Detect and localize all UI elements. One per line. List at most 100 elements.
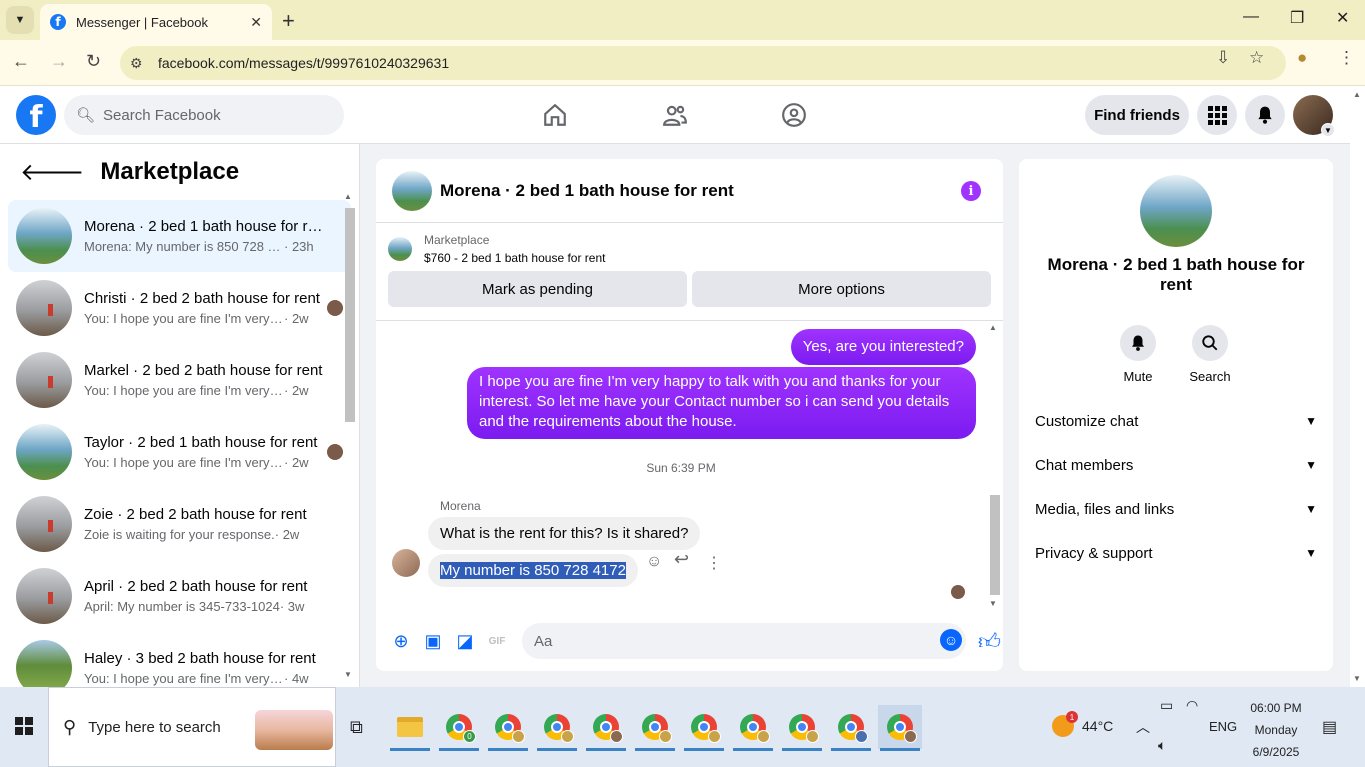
notification-center-icon[interactable]: ▤ — [1322, 717, 1337, 737]
battery-icon[interactable]: ▭ — [1160, 697, 1173, 714]
taskbar-search-box[interactable]: ⚲ Type here to search — [48, 687, 336, 767]
customize-chat-row[interactable]: Customize chat ▼ — [1035, 399, 1317, 443]
sender-avatar[interactable] — [392, 549, 420, 577]
chrome-menu-icon[interactable]: ⋮ — [1338, 48, 1355, 68]
gif-icon[interactable]: GIF — [486, 630, 508, 652]
facebook-logo-icon[interactable]: f — [16, 95, 56, 135]
volume-icon[interactable]: 🔈︎ — [1158, 737, 1166, 754]
profile-icon[interactable]: ● — [1297, 48, 1307, 68]
emoji-icon[interactable]: ☺ — [940, 629, 962, 651]
minimize-icon[interactable]: — — [1243, 8, 1259, 26]
tab-close-icon[interactable]: ✕ — [250, 14, 262, 31]
chrome-app-icon[interactable] — [633, 705, 677, 751]
wifi-icon[interactable]: ◠ — [1186, 697, 1198, 714]
section-label: Customize chat — [1035, 412, 1139, 430]
chat-title[interactable]: Morena · 2 bed 1 bath house for rent — [440, 181, 734, 201]
scroll-down-icon[interactable]: ▼ — [1353, 674, 1361, 683]
groups-icon[interactable] — [779, 100, 809, 130]
message-input[interactable]: Aa ☺ — [522, 623, 966, 659]
mark-pending-button[interactable]: Mark as pending — [388, 271, 687, 307]
conversation-item[interactable]: Christi · 2 bed 2 bath house for rent You… — [8, 272, 351, 344]
scrollbar-thumb[interactable] — [990, 495, 1000, 595]
message-bubble-received[interactable]: My number is 850 728 4172 — [428, 554, 638, 587]
facebook-search-box[interactable]: 🔍︎ — [64, 95, 344, 135]
scroll-down-icon[interactable]: ▼ — [989, 599, 997, 608]
search-in-conversation-button[interactable]: Search — [1180, 325, 1240, 384]
conversation-item[interactable]: Taylor · 2 bed 1 bath house for rent You:… — [8, 416, 351, 488]
chrome-app-icon[interactable] — [829, 705, 873, 751]
react-emoji-icon[interactable]: ☺ — [646, 553, 662, 571]
new-tab-button[interactable]: + — [282, 8, 295, 34]
search-highlight-image[interactable] — [255, 710, 333, 750]
site-info-icon[interactable]: ⚙ — [130, 55, 150, 72]
restore-icon[interactable]: ❐ — [1290, 8, 1304, 28]
install-app-icon[interactable]: ⇩ — [1216, 48, 1230, 68]
facebook-search-input[interactable] — [103, 106, 324, 124]
listing-thumbnail[interactable] — [388, 237, 412, 261]
bookmark-star-icon[interactable]: ☆ — [1249, 48, 1264, 68]
page-scrollbar[interactable]: ▲ ▼ — [1350, 86, 1365, 687]
url-text[interactable]: facebook.com/messages/t/9997610240329631 — [158, 55, 449, 71]
find-friends-button[interactable]: Find friends — [1085, 95, 1189, 135]
chrome-app-icon[interactable]: 0 — [437, 705, 481, 751]
sticker-icon[interactable]: ◪ — [454, 630, 476, 652]
scroll-up-icon[interactable]: ▲ — [344, 192, 352, 201]
reload-icon[interactable]: ↻ — [86, 51, 101, 72]
plus-circle-icon[interactable]: ⊕ — [390, 630, 412, 652]
info-icon[interactable]: i — [961, 181, 981, 201]
notifications-bell-icon[interactable] — [1245, 95, 1285, 135]
windows-start-icon[interactable] — [15, 717, 33, 735]
more-actions-icon[interactable]: ⋮ — [706, 553, 722, 573]
chrome-app-icon[interactable] — [682, 705, 726, 751]
friends-icon[interactable] — [660, 100, 690, 130]
conversation-item[interactable]: Markel · 2 bed 2 bath house for rent You:… — [8, 344, 351, 416]
message-bubble-sent[interactable]: Yes, are you interested? — [790, 329, 976, 365]
window-close-icon[interactable]: ✕ — [1336, 8, 1349, 28]
forward-arrow-icon[interactable]: → — [50, 51, 68, 72]
selected-text[interactable]: My number is 850 728 4172 — [440, 562, 626, 579]
tab-search-button[interactable]: ▼ — [6, 6, 34, 34]
weather-widget[interactable]: 1 44°C — [1052, 711, 1113, 737]
scroll-up-icon[interactable]: ▲ — [1353, 90, 1361, 99]
language-indicator[interactable]: ENG — [1209, 719, 1237, 734]
chrome-app-icon-active[interactable] — [878, 705, 922, 751]
home-icon[interactable] — [540, 100, 570, 130]
message-bubble-received[interactable]: What is the rent for this? Is it shared? — [428, 517, 701, 550]
reply-icon[interactable]: ↩ — [674, 549, 689, 570]
browser-tab[interactable]: f Messenger | Facebook ✕ — [40, 4, 272, 40]
system-clock[interactable]: 06:00 PM Monday 6/9/2025 — [1240, 697, 1312, 763]
conversation-item[interactable]: April · 2 bed 2 bath house for rent April… — [8, 560, 351, 632]
conversation-item[interactable]: Haley · 3 bed 2 bath house for rent You: … — [8, 632, 351, 687]
scroll-up-icon[interactable]: ▲ — [989, 323, 997, 332]
thumbs-up-icon[interactable]: 👍︎ — [978, 628, 1001, 655]
conversation-snippet: Zoie is waiting for your response. · 2w — [84, 527, 324, 542]
chrome-app-icon[interactable] — [535, 705, 579, 751]
conversation-item[interactable]: Morena · 2 bed 1 bath house for rent More… — [8, 200, 351, 272]
account-avatar[interactable]: ▼ — [1293, 95, 1335, 137]
scrollbar-thumb[interactable] — [345, 208, 355, 422]
show-hidden-icons-chevron-icon[interactable]: ︿ — [1136, 717, 1150, 737]
chrome-app-icon[interactable] — [780, 705, 824, 751]
chrome-app-icon[interactable] — [731, 705, 775, 751]
menu-grid-icon[interactable] — [1197, 95, 1237, 135]
mute-button[interactable]: Mute — [1108, 325, 1168, 384]
sidebar-scrollbar[interactable]: ▲ ▼ — [343, 192, 355, 679]
omnibox[interactable]: ⚙ facebook.com/messages/t/99976102403296… — [120, 46, 1286, 80]
photo-icon[interactable]: ▣ — [422, 630, 444, 652]
conversation-item[interactable]: Zoie · 2 bed 2 bath house for rent Zoie i… — [8, 488, 351, 560]
listing-price-title[interactable]: $760 - 2 bed 1 bath house for rent — [424, 251, 605, 265]
scroll-down-icon[interactable]: ▼ — [344, 670, 352, 679]
chat-members-row[interactable]: Chat members ▼ — [1035, 443, 1317, 487]
chat-scrollbar[interactable]: ▲ ▼ — [988, 323, 1000, 609]
chat-avatar[interactable] — [392, 170, 432, 211]
message-bubble-sent[interactable]: I hope you are fine I'm very happy to ta… — [467, 367, 976, 439]
task-view-icon[interactable]: ⧉ — [350, 717, 363, 738]
media-files-links-row[interactable]: Media, files and links ▼ — [1035, 487, 1317, 531]
privacy-support-row[interactable]: Privacy & support ▼ — [1035, 531, 1317, 575]
chrome-app-icon[interactable] — [486, 705, 530, 751]
back-arrow-icon[interactable]: 🡐 — [20, 157, 84, 187]
file-explorer-icon[interactable] — [388, 705, 432, 751]
back-arrow-icon[interactable]: ← — [12, 51, 30, 72]
more-options-button[interactable]: More options — [692, 271, 991, 307]
chrome-app-icon[interactable] — [584, 705, 628, 751]
